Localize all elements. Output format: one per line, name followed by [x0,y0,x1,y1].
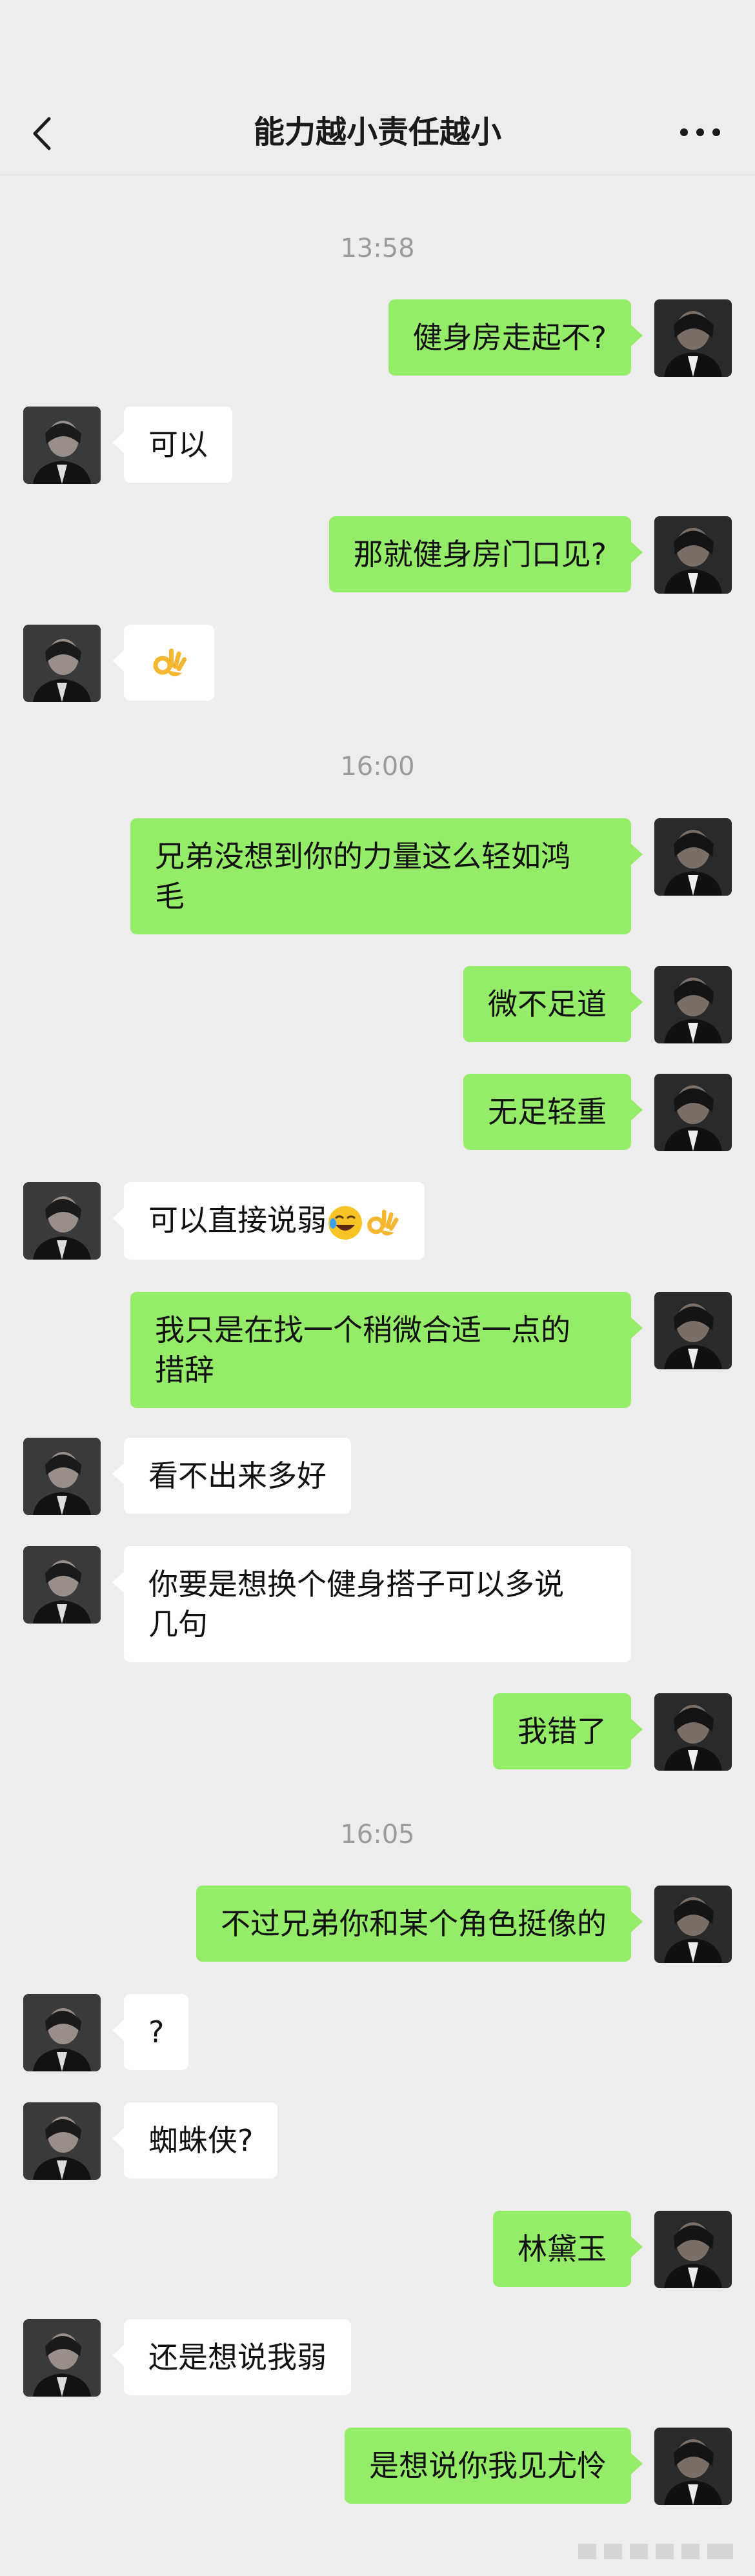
message-incoming[interactable]: 还是想说我弱 [112,2319,351,2395]
message-incoming[interactable]: 可以 [112,407,232,483]
message-outgoing[interactable]: 是想说你我见尤怜 [345,2428,643,2504]
avatar[interactable] [654,299,732,377]
rolling-laughing-emoji [328,1205,362,1240]
message-outgoing[interactable]: 不过兄弟你和某个角色挺像的 [196,1886,643,1962]
message-incoming[interactable]: 可以直接说弱 [112,1182,425,1260]
avatar[interactable] [23,2102,101,2180]
avatar[interactable] [654,516,732,594]
avatar[interactable] [654,1074,732,1151]
message-incoming[interactable]: ? [112,1994,189,2070]
message-incoming[interactable]: 蜘蛛侠? [112,2102,278,2179]
message-line: 毛 [155,879,185,914]
message-incoming-emoji[interactable] [112,625,214,701]
message-outgoing[interactable]: 那就健身房门口见? [328,516,643,592]
timestamp: 16:05 [340,1820,415,1849]
avatar[interactable] [654,2428,732,2505]
message-line: 我只是在找一个稍微合适一点的 [155,1313,570,1347]
avatar[interactable] [654,966,732,1043]
avatar[interactable] [654,818,732,896]
watermark-logo [578,2544,733,2559]
message-line: 兄弟没想到你的力量这么轻如鸿 [155,839,570,874]
message-outgoing[interactable]: 健身房走起不? [388,299,643,376]
message-line: 几句 [148,1607,208,1642]
message-outgoing[interactable]: 我错了 [493,1693,643,1769]
message-outgoing[interactable]: 我只是在找一个稍微合适一点的 措辞 [130,1292,643,1408]
avatar[interactable] [654,1292,732,1369]
message-outgoing[interactable]: 微不足道 [463,966,643,1042]
message-outgoing[interactable]: 林黛玉 [493,2211,643,2287]
message-outgoing[interactable]: 兄弟没想到你的力量这么轻如鸿 毛 [130,818,643,934]
avatar[interactable] [23,1182,101,1260]
ok-hand-emoji [153,649,187,677]
timestamp: 16:00 [340,752,415,781]
avatar[interactable] [23,2319,101,2397]
avatar[interactable] [654,1886,732,1963]
message-outgoing[interactable]: 无足轻重 [463,1074,643,1150]
avatar[interactable] [654,2211,732,2288]
message-line: 措辞 [155,1353,214,1387]
avatar[interactable] [23,1994,101,2071]
avatar[interactable] [23,1546,101,1624]
avatar[interactable] [23,1438,101,1515]
avatar[interactable] [23,407,101,484]
more-dots-icon[interactable] [678,123,723,142]
message-incoming[interactable]: 看不出来多好 [112,1438,351,1514]
avatar[interactable] [23,625,101,702]
timestamp: 13:58 [340,234,415,263]
message-text: 可以直接说弱 [148,1203,327,1238]
chat-title: 能力越小责任越小 [253,114,501,150]
avatar[interactable] [654,1693,732,1771]
chat-header: 能力越小责任越小 [0,0,755,176]
message-incoming[interactable]: 你要是想换个健身搭子可以多说 几句 [112,1546,631,1662]
ok-hand-emoji [367,1209,399,1236]
message-line: 你要是想换个健身搭子可以多说 [148,1567,564,1602]
